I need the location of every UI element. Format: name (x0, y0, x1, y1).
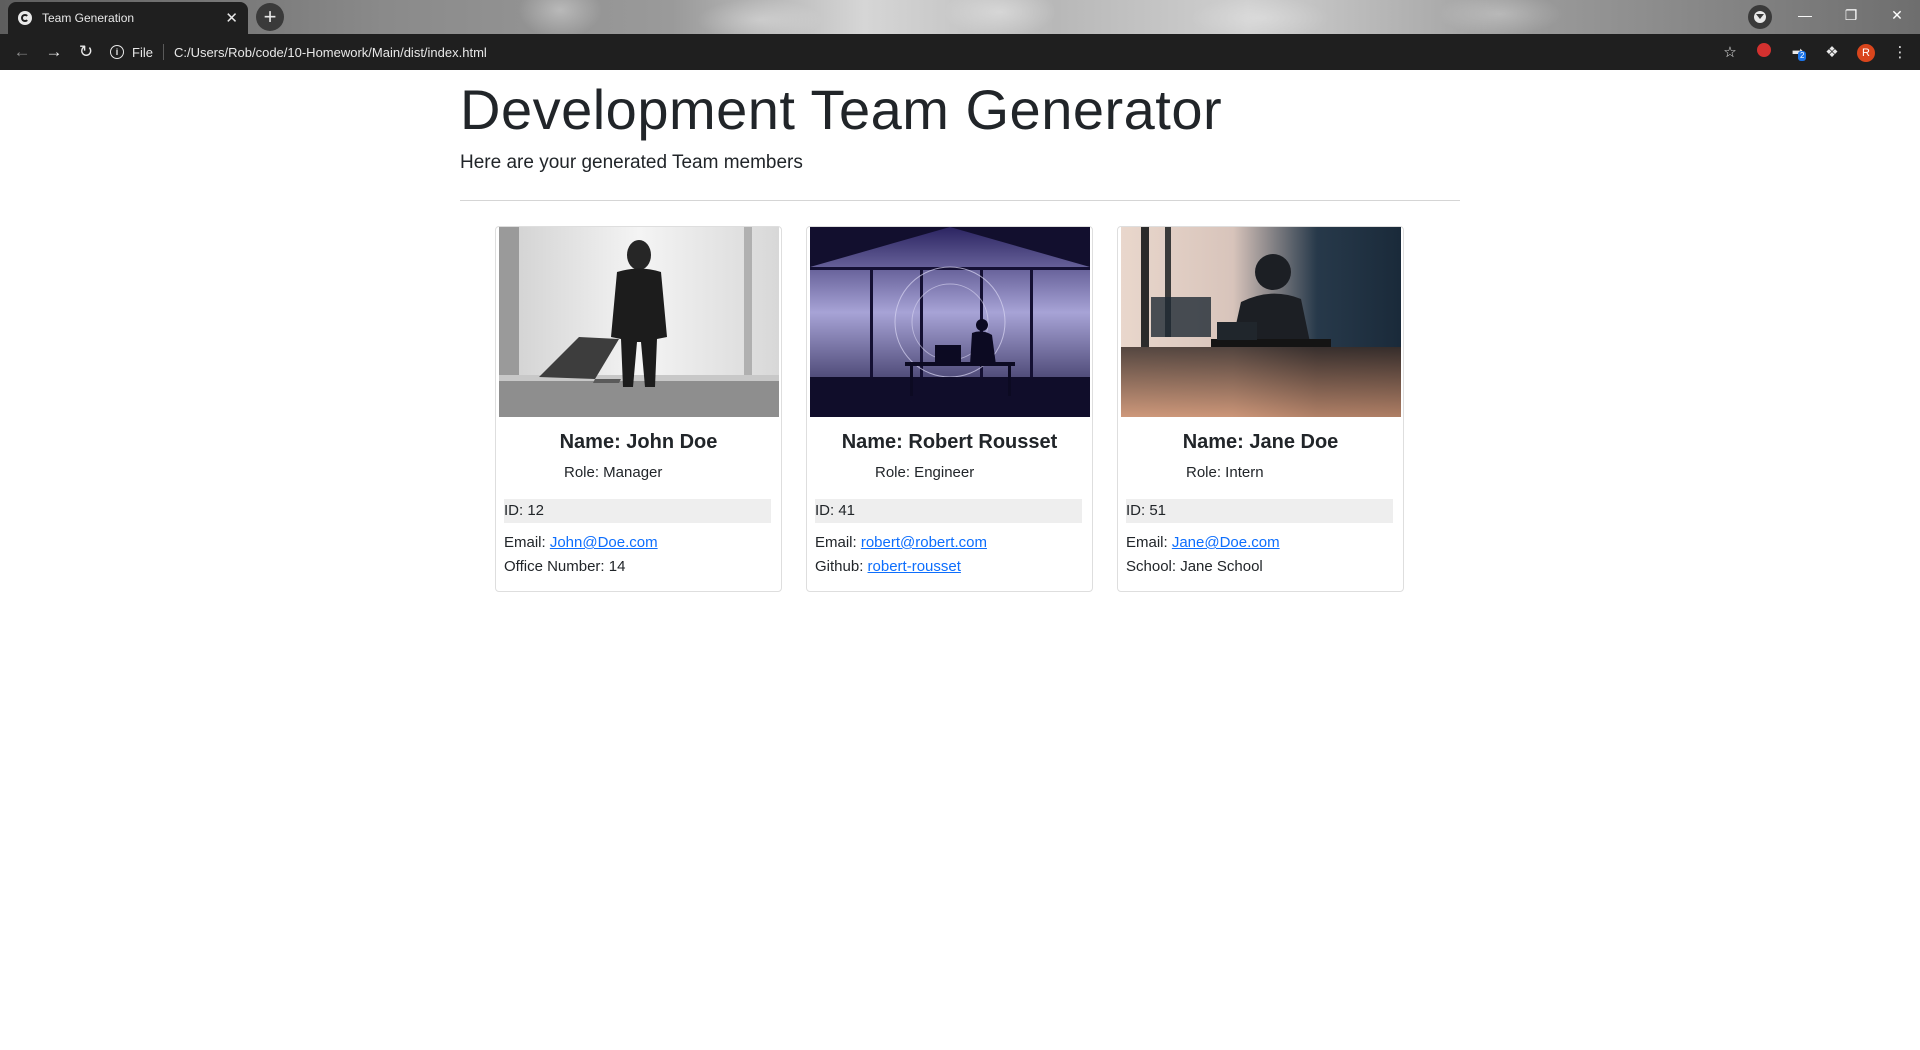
member-id: ID: 51 (1126, 499, 1393, 523)
email-label: Email: (1126, 534, 1172, 551)
back-arrow-icon[interactable]: ← (6, 42, 38, 62)
toolbar-actions: ☆ ➡2 ❖ R ⋮ (1720, 34, 1910, 70)
member-email-link[interactable]: Jane@Doe.com (1172, 534, 1280, 551)
menu-kebab-icon[interactable]: ⋮ (1890, 43, 1910, 61)
member-github-link[interactable]: robert-rousset (868, 558, 961, 575)
member-role: Role: Intern (1186, 464, 1264, 481)
member-office-number: Office Number: 14 (504, 558, 626, 575)
info-icon: i (110, 45, 124, 59)
member-name: Name: Robert Rousset (841, 431, 1058, 453)
close-window-icon[interactable]: ✕ (1874, 0, 1920, 30)
member-id: ID: 12 (504, 499, 771, 523)
tab-title: Team Generation (42, 11, 135, 25)
member-card: Name: John Doe Role: Manager ID: 12 Emai… (495, 226, 782, 592)
tab-search-icon[interactable] (1748, 5, 1772, 29)
extension-badge: 2 (1798, 51, 1807, 61)
minimize-icon[interactable]: — (1782, 0, 1828, 30)
forward-arrow-icon[interactable]: → (38, 42, 70, 62)
member-email-row: Email: John@Doe.com (504, 534, 658, 551)
member-id: ID: 41 (815, 499, 1082, 523)
member-card: Name: Jane Doe Role: Intern ID: 51 Email… (1117, 226, 1404, 592)
restore-icon[interactable]: ❐ (1828, 0, 1874, 30)
member-role: Role: Engineer (875, 464, 975, 481)
divider (460, 200, 1460, 201)
member-github-row: Github: robert-rousset (815, 558, 961, 575)
omnibox-divider (162, 44, 164, 60)
browser-tabstrip: Team Generation ✕ + — ❐ ✕ (0, 0, 1920, 34)
window-controls: — ❐ ✕ (1782, 0, 1920, 30)
globe-icon (18, 11, 32, 25)
browser-tab[interactable]: Team Generation ✕ (8, 2, 248, 34)
page-title: Development Team Generator (460, 78, 1223, 141)
email-label: Email: (504, 534, 550, 551)
page-lead: Here are your generated Team members (460, 152, 803, 173)
site-info-button[interactable]: i File (110, 45, 153, 60)
member-email-link[interactable]: John@Doe.com (550, 534, 658, 551)
member-name: Name: Jane Doe (1182, 431, 1339, 453)
member-card: Name: Robert Rousset Role: Engineer ID: … (806, 226, 1093, 592)
member-role: Role: Manager (564, 464, 663, 481)
reload-icon[interactable]: ↻ (70, 42, 102, 62)
team-cards: Name: John Doe Role: Manager ID: 12 Emai… (495, 226, 1428, 592)
member-email-row: Email: robert@robert.com (815, 534, 987, 551)
member-name: Name: John Doe (559, 431, 718, 453)
site-label: File (132, 44, 153, 60)
profile-avatar[interactable]: R (1856, 43, 1876, 62)
browser-toolbar: ← → ↻ i File C:/Users/Rob/code/10-Homewo… (0, 34, 1920, 70)
extension-arrow-icon[interactable]: ➡2 (1788, 43, 1808, 61)
member-school: School: Jane School (1126, 558, 1263, 575)
bookmark-star-icon[interactable]: ☆ (1720, 43, 1740, 61)
member-photo (810, 227, 1090, 417)
member-photo (499, 227, 779, 417)
tab-close-icon[interactable]: ✕ (225, 11, 238, 26)
member-email-row: Email: Jane@Doe.com (1126, 534, 1280, 551)
puzzle-icon[interactable]: ❖ (1822, 43, 1842, 61)
github-label: Github: (815, 558, 868, 575)
new-tab-button[interactable]: + (256, 3, 284, 31)
member-email-link[interactable]: robert@robert.com (861, 534, 987, 551)
address-bar[interactable]: C:/Users/Rob/code/10-Homework/Main/dist/… (174, 45, 487, 60)
email-label: Email: (815, 534, 861, 551)
member-photo (1121, 227, 1401, 417)
page-content: Development Team Generator Here are your… (460, 70, 1460, 592)
extension-red-icon[interactable] (1754, 43, 1774, 61)
